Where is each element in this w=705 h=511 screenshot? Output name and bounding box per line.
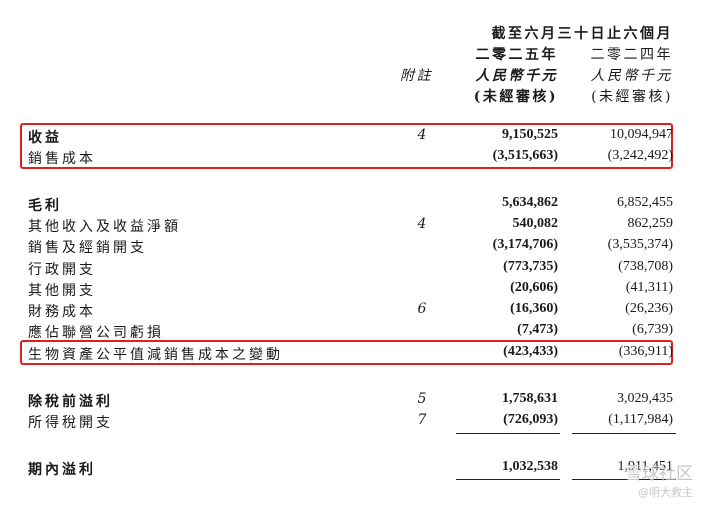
row-prior-value: 10,094,947 [610,127,673,142]
row-label-admin-expenses: 行政開支 [28,262,96,278]
row-prior-value: (336,911) [618,344,673,359]
row-label-other-income: 其他收入及收益淨額 [28,219,181,235]
row-prior-value: (26,236) [625,301,673,316]
row-label-gross-profit: 毛利 [28,198,62,214]
row-note: 4 [417,216,427,232]
row-label-cost-of-sales: 銷售成本 [28,151,96,167]
total-rule-current [456,479,560,480]
row-prior-value: (41,311) [625,280,673,295]
currency-current: 人民幣千元 [475,68,558,84]
row-label-finance-costs: 財務成本 [28,304,96,320]
audit-current: (未經審核) [473,89,558,105]
row-prior-value: (3,535,374) [607,237,673,252]
row-label-other-expenses: 其他開支 [28,283,96,299]
row-note: 4 [417,127,427,143]
row-label-profit-for-period: 期內溢利 [28,462,96,478]
note-column-header: 附註 [400,68,433,84]
row-prior-value: 6,852,455 [617,195,673,210]
row-prior-value: (6,739) [632,322,673,337]
row-current-value: (3,174,706) [492,237,558,252]
row-current-value: 1,758,631 [502,391,558,406]
row-label-associates-loss: 應佔聯營公司虧損 [28,325,164,341]
row-current-value: (3,515,663) [492,148,558,163]
row-prior-value: 862,259 [627,216,674,231]
row-current-value: (16,360) [510,301,558,316]
watermark-title: 雪球社区 [625,464,693,484]
row-note: 7 [417,412,427,428]
year-current: 二零二五年 [475,47,558,63]
row-prior-value: 3,029,435 [617,391,673,406]
row-label-revenue: 收益 [28,130,62,146]
row-prior-value: (1,117,984) [608,412,673,427]
row-current-value: (726,093) [503,412,558,427]
row-current-value: (423,433) [503,344,558,359]
row-prior-value: (3,242,492) [607,148,673,163]
row-label-income-tax: 所得稅開支 [28,415,113,431]
subtotal-rule-prior [572,433,676,434]
row-label-profit-before-tax: 除稅前溢利 [28,394,113,410]
audit-prior: (未經審核) [591,89,673,105]
row-current-value: (7,473) [517,322,558,337]
row-current-value: 9,150,525 [502,127,558,142]
row-label-biological-assets-change: 生物資產公平值減銷售成本之變動 [28,347,283,363]
row-current-value: 540,082 [512,216,559,231]
row-note: 6 [417,301,427,317]
row-current-value: (20,606) [510,280,558,295]
watermark-handle: @明大救主 [638,486,693,499]
row-label-selling-expenses: 銷售及經銷開支 [28,240,147,256]
highlight-box-revenue [20,123,673,169]
row-current-value: (773,735) [503,259,558,274]
currency-prior: 人民幣千元 [590,68,673,84]
subtotal-rule-current [456,433,560,434]
row-prior-value: (738,708) [618,259,673,274]
row-current-value: 5,634,862 [502,195,558,210]
row-current-value: 1,032,538 [502,459,558,474]
year-prior: 二零二四年 [590,47,673,63]
row-note: 5 [417,391,427,407]
period-header: 截至六月三十日止六個月 [491,26,673,42]
